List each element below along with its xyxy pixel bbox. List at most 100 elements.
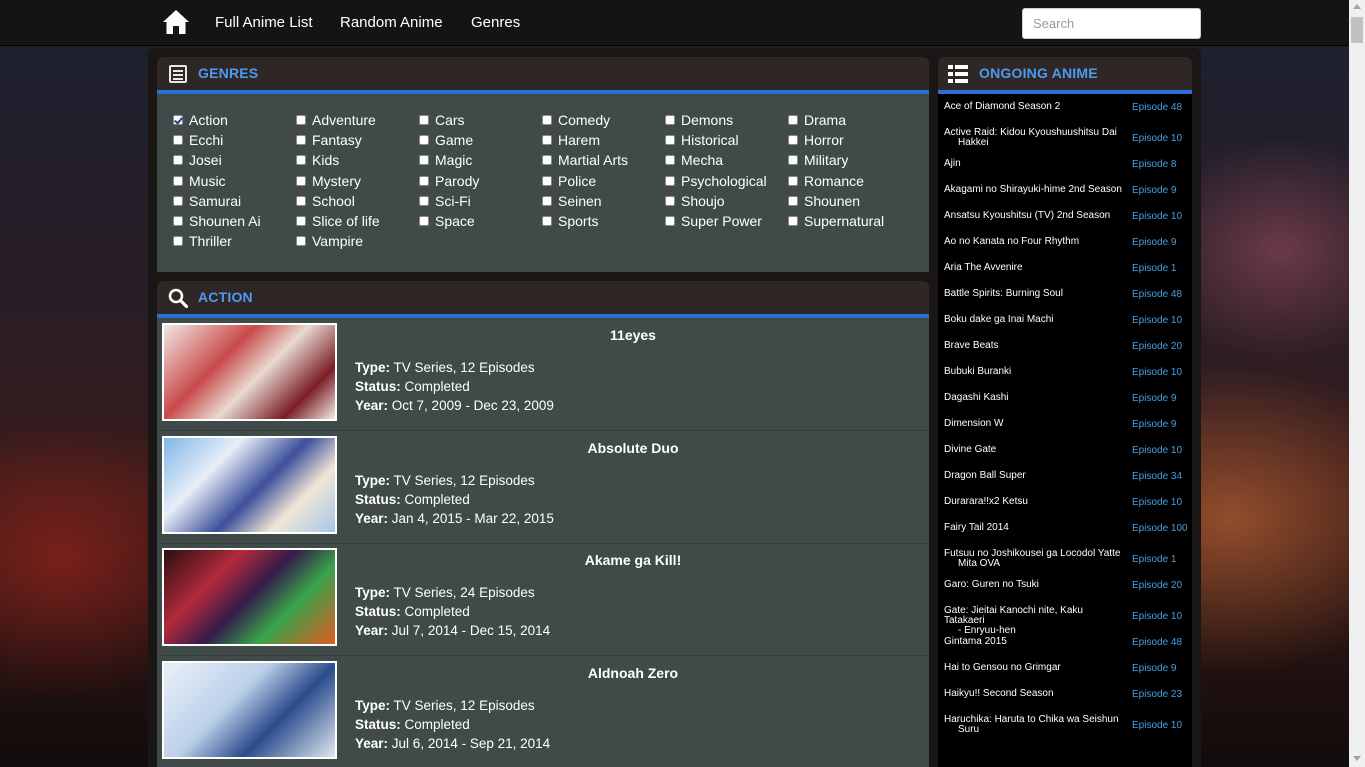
genre-item[interactable]: Josei	[173, 150, 222, 170]
genre-item[interactable]: Mystery	[296, 171, 361, 191]
genre-item[interactable]: Shounen	[788, 191, 860, 211]
anime-list-item[interactable]: Aldnoah Zero Type: TV Series, 12 Episodes…	[157, 657, 929, 767]
genre-item[interactable]: Cars	[419, 110, 465, 130]
ongoing-item[interactable]: Fairy Tail 2014 Episode 100	[938, 523, 1192, 549]
genre-checkbox[interactable]	[788, 135, 798, 146]
genre-item[interactable]: Psychological	[665, 171, 767, 191]
genre-item[interactable]: Romance	[788, 171, 864, 191]
genre-item[interactable]: Vampire	[296, 231, 363, 251]
genre-item[interactable]: Parody	[419, 171, 479, 191]
genre-checkbox[interactable]	[296, 115, 306, 125]
ongoing-item[interactable]: Akagami no Shirayuki-hime 2nd Season Epis…	[938, 185, 1192, 211]
ongoing-episode-link[interactable]: Episode 10	[1132, 611, 1182, 622]
ongoing-episode-link[interactable]: Episode 23	[1132, 689, 1182, 700]
ongoing-item[interactable]: Active Raid: Kidou Kyoushuushitsu Dai Hak…	[938, 128, 1192, 159]
genre-item[interactable]: Action	[173, 110, 228, 130]
scroll-thumb[interactable]	[1351, 17, 1363, 43]
nav-full-anime-list[interactable]: Full Anime List	[215, 14, 313, 31]
genre-item[interactable]: Ecchi	[173, 130, 223, 150]
genre-checkbox[interactable]	[542, 175, 552, 186]
ongoing-anime-name[interactable]: Dragon Ball Super	[944, 471, 1126, 481]
genre-checkbox[interactable]	[788, 175, 798, 186]
genre-checkbox[interactable]	[419, 175, 429, 186]
ongoing-episode-link[interactable]: Episode 20	[1132, 580, 1182, 591]
nav-genres[interactable]: Genres	[471, 14, 520, 31]
ongoing-episode-link[interactable]: Episode 48	[1132, 102, 1182, 113]
ongoing-item[interactable]: Ansatsu Kyoushitsu (TV) 2nd Season Episod…	[938, 211, 1192, 237]
ongoing-item[interactable]: Dimension W Episode 9	[938, 419, 1192, 445]
search-input[interactable]	[1022, 8, 1201, 39]
genre-item[interactable]: Adventure	[296, 110, 376, 130]
ongoing-item[interactable]: Brave Beats Episode 20	[938, 341, 1192, 367]
ongoing-anime-name[interactable]: Fairy Tail 2014	[944, 523, 1126, 533]
genre-checkbox[interactable]	[173, 216, 183, 226]
genre-item[interactable]: Seinen	[542, 191, 602, 211]
genre-item[interactable]: Police	[542, 171, 596, 191]
scroll-down-arrow-icon[interactable]	[1353, 756, 1361, 761]
ongoing-item[interactable]: Ace of Diamond Season 2 Episode 48	[938, 102, 1192, 128]
genre-checkbox[interactable]	[419, 195, 429, 206]
genre-checkbox[interactable]	[665, 195, 675, 206]
ongoing-episode-link[interactable]: Episode 10	[1132, 211, 1182, 222]
ongoing-item[interactable]: Boku dake ga Inai Machi Episode 10	[938, 315, 1192, 341]
ongoing-episode-link[interactable]: Episode 8	[1132, 159, 1176, 170]
ongoing-episode-link[interactable]: Episode 10	[1132, 315, 1182, 326]
scroll-up-arrow-icon[interactable]	[1353, 4, 1361, 9]
ongoing-anime-name[interactable]: Dagashi Kashi	[944, 393, 1126, 403]
ongoing-episode-link[interactable]: Episode 9	[1132, 393, 1176, 404]
ongoing-episode-link[interactable]: Episode 10	[1132, 367, 1182, 378]
genre-item[interactable]: Super Power	[665, 211, 762, 231]
ongoing-item[interactable]: Gintama 2015 Episode 48	[938, 637, 1192, 663]
genre-checkbox[interactable]	[788, 216, 798, 226]
genre-checkbox[interactable]	[542, 155, 552, 166]
genre-item[interactable]: Comedy	[542, 110, 610, 130]
ongoing-episode-link[interactable]: Episode 10	[1132, 497, 1182, 508]
genre-checkbox[interactable]	[665, 155, 675, 166]
ongoing-anime-name[interactable]: Aria The Avvenire	[944, 263, 1126, 273]
anime-thumbnail[interactable]	[162, 323, 337, 421]
genre-checkbox[interactable]	[419, 155, 429, 166]
ongoing-anime-name[interactable]: Durarara!!x2 Ketsu	[944, 497, 1126, 507]
anime-list-item[interactable]: 11eyes Type: TV Series, 12 Episodes Status…	[157, 319, 929, 431]
genre-item[interactable]: Harem	[542, 130, 600, 150]
ongoing-item[interactable]: Divine Gate Episode 10	[938, 445, 1192, 471]
ongoing-item[interactable]: Dagashi Kashi Episode 9	[938, 393, 1192, 419]
genre-item[interactable]: School	[296, 191, 355, 211]
genre-item[interactable]: Shounen Ai	[173, 211, 261, 231]
ongoing-anime-name[interactable]: Ao no Kanata no Four Rhythm	[944, 237, 1126, 247]
ongoing-anime-name[interactable]: Divine Gate	[944, 445, 1126, 455]
page-scrollbar[interactable]	[1349, 0, 1365, 767]
ongoing-item[interactable]: Aria The Avvenire Episode 1	[938, 263, 1192, 289]
ongoing-episode-link[interactable]: Episode 9	[1132, 185, 1176, 196]
genre-checkbox[interactable]	[665, 115, 675, 125]
genre-item[interactable]: Martial Arts	[542, 150, 628, 170]
ongoing-item[interactable]: Ajin Episode 8	[938, 159, 1192, 185]
genre-checkbox[interactable]	[173, 236, 183, 247]
nav-random-anime[interactable]: Random Anime	[340, 14, 443, 31]
ongoing-episode-link[interactable]: Episode 10	[1132, 133, 1182, 144]
ongoing-anime-name[interactable]: Futsuu no Joshikousei ga Locodol Yatte Mi…	[944, 549, 1126, 569]
ongoing-anime-name[interactable]: Garo: Guren no Tsuki	[944, 580, 1126, 590]
genre-item[interactable]: Space	[419, 211, 475, 231]
ongoing-episode-link[interactable]: Episode 100	[1132, 523, 1188, 534]
genre-checkbox[interactable]	[173, 195, 183, 206]
genre-checkbox[interactable]	[788, 115, 798, 125]
ongoing-anime-name[interactable]: Ansatsu Kyoushitsu (TV) 2nd Season	[944, 211, 1126, 221]
ongoing-episode-link[interactable]: Episode 9	[1132, 419, 1176, 430]
ongoing-anime-name[interactable]: Battle Spirits: Burning Soul	[944, 289, 1126, 299]
ongoing-anime-name[interactable]: Haikyu!! Second Season	[944, 689, 1126, 699]
ongoing-anime-name[interactable]: Ace of Diamond Season 2	[944, 102, 1126, 112]
ongoing-anime-name[interactable]: Boku dake ga Inai Machi	[944, 315, 1126, 325]
genre-checkbox[interactable]	[296, 135, 306, 146]
genre-checkbox[interactable]	[788, 155, 798, 166]
ongoing-episode-link[interactable]: Episode 10	[1132, 720, 1182, 731]
genre-checkbox[interactable]	[542, 195, 552, 206]
anime-thumbnail[interactable]	[162, 435, 337, 534]
ongoing-item[interactable]: Dragon Ball Super Episode 34	[938, 471, 1192, 497]
genre-checkbox[interactable]	[665, 175, 675, 186]
genre-item[interactable]: Supernatural	[788, 211, 884, 231]
genre-checkbox[interactable]	[173, 135, 183, 146]
ongoing-item[interactable]: Ao no Kanata no Four Rhythm Episode 9	[938, 237, 1192, 263]
ongoing-item[interactable]: Bubuki Buranki Episode 10	[938, 367, 1192, 393]
genre-checkbox[interactable]	[419, 135, 429, 146]
